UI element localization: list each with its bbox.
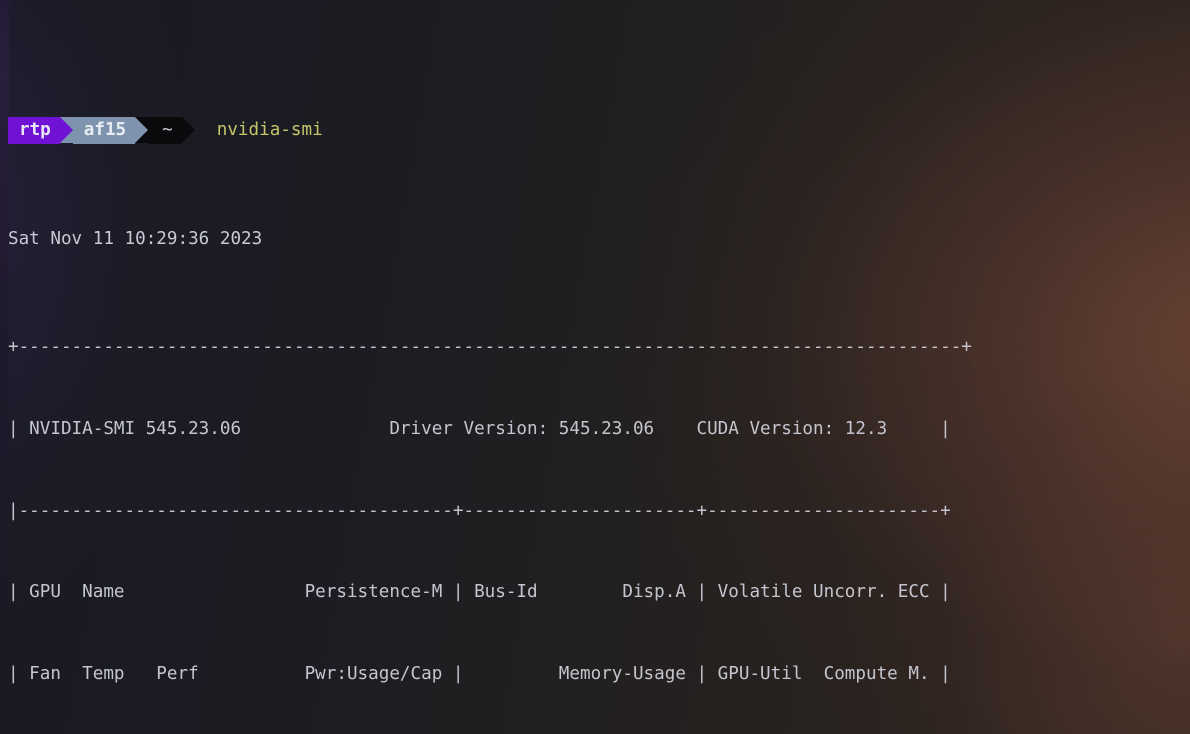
shell-prompt-line: rtp af15 ~ nvidia-smi [8, 116, 1190, 144]
command-text: nvidia-smi [216, 119, 323, 140]
prompt-path-segment: ~ [148, 116, 182, 144]
smi-border-top: +---------------------------------------… [8, 337, 972, 358]
prompt-separator-1-icon [59, 116, 73, 143]
prompt-separator-2-icon [135, 116, 149, 143]
smi-divider-1: |---------------------------------------… [8, 500, 951, 521]
smi-column-header-1: | GPU Name Persistence-M | Bus-Id Disp.A… [8, 582, 951, 603]
smi-version-line: | NVIDIA-SMI 545.23.06 Driver Version: 5… [8, 419, 951, 439]
timestamp-line: Sat Nov 11 10:29:36 2023 [8, 228, 263, 249]
terminal-screen[interactable]: rtp af15 ~ nvidia-smi Sat Nov 11 10:29:3… [0, 0, 1190, 734]
prompt-separator-3-icon [181, 116, 195, 143]
prompt-host-segment: rtp [8, 116, 60, 144]
terminal-window[interactable]: rtp af15 ~ nvidia-smi Sat Nov 11 10:29:3… [0, 0, 1190, 734]
smi-column-header-2: | Fan Temp Perf Pwr:Usage/Cap | Memory-U… [8, 663, 951, 684]
prompt-user-segment: af15 [72, 116, 136, 144]
